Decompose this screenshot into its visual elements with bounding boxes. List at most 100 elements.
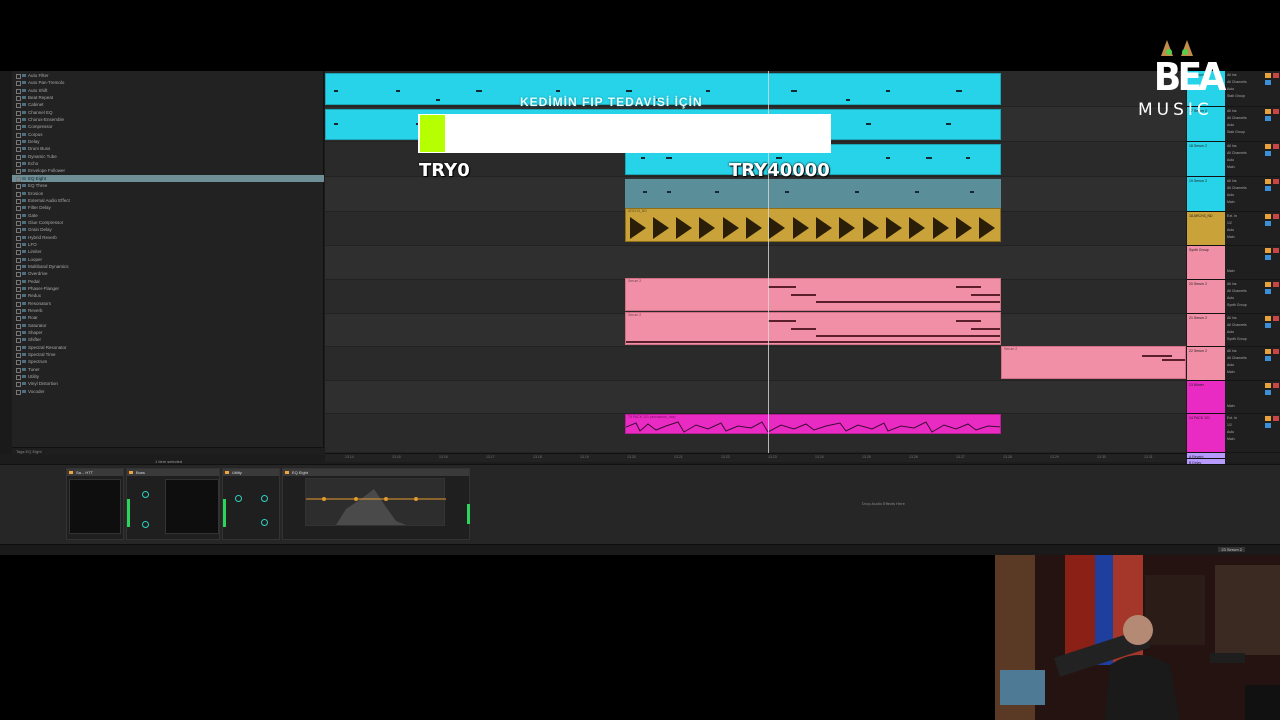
track-arm-button[interactable] xyxy=(1273,416,1279,421)
track-name[interactable]: 19 Serum 2 xyxy=(1187,177,1225,212)
track-mon[interactable]: Auto xyxy=(1227,123,1234,127)
browser-item[interactable]: Corpus xyxy=(12,131,324,139)
track-arm-button[interactable] xyxy=(1273,282,1279,287)
browser-item[interactable]: Pedal xyxy=(12,278,324,285)
track-ch[interactable]: All Channels xyxy=(1227,289,1247,293)
browser-item[interactable]: Glue Compressor xyxy=(12,219,324,227)
track-solo-button[interactable] xyxy=(1265,80,1271,85)
track-input[interactable]: Ext. In xyxy=(1227,416,1237,420)
browser-item[interactable]: Roar xyxy=(12,314,324,322)
browser-item[interactable]: Spectrum xyxy=(12,358,324,366)
track-solo-button[interactable] xyxy=(1265,116,1271,121)
track-solo-button[interactable] xyxy=(1265,423,1271,428)
track-name[interactable]: Synth Group xyxy=(1187,246,1225,280)
browser-item[interactable]: Resonators xyxy=(12,300,324,307)
browser-item[interactable]: EQ Three xyxy=(12,182,324,190)
track-out[interactable]: Main xyxy=(1227,437,1235,441)
track-activator-button[interactable] xyxy=(1265,144,1271,149)
track-name[interactable]: 21 Serum 2 xyxy=(1187,314,1225,347)
track-mon[interactable]: Auto xyxy=(1227,158,1234,162)
track-arm-button[interactable] xyxy=(1273,109,1279,114)
browser-categories[interactable] xyxy=(0,71,12,455)
track-arm-button[interactable] xyxy=(1273,316,1279,321)
track-name[interactable]: 18 ARCH3_ND xyxy=(1187,212,1225,246)
drive-knob[interactable] xyxy=(142,491,149,498)
browser-item[interactable]: Beat Repeat xyxy=(12,94,324,102)
audio-clip-arch[interactable]: ARCH3_ND xyxy=(625,208,1001,242)
browser-item[interactable]: Spectral Resonator xyxy=(12,344,324,352)
browser-item[interactable]: Tuner xyxy=(12,366,324,374)
browser-item[interactable]: Saturator xyxy=(12,322,324,330)
track-input[interactable]: All Ins xyxy=(1227,144,1237,148)
track-activator-button[interactable] xyxy=(1265,316,1271,321)
track-activator-button[interactable] xyxy=(1265,282,1271,287)
track-out[interactable]: Main xyxy=(1227,404,1235,408)
browser-item[interactable]: Shaper xyxy=(12,329,324,337)
eq-display[interactable] xyxy=(305,478,446,526)
track-arm-button[interactable] xyxy=(1273,214,1279,219)
track-ch[interactable]: All Channels xyxy=(1227,151,1247,155)
track-out[interactable]: Main xyxy=(1227,165,1235,169)
track-mon[interactable]: Auto xyxy=(1227,228,1234,232)
track-input[interactable]: Ext. In xyxy=(1227,214,1237,218)
browser-item[interactable]: EQ Eight xyxy=(12,174,324,183)
browser-item[interactable]: Phaser-Flanger xyxy=(12,285,324,293)
track-arm-button[interactable] xyxy=(1273,248,1279,253)
track-solo-button[interactable] xyxy=(1265,151,1271,156)
browser-item[interactable]: Compressor xyxy=(12,123,324,131)
timeline-ruler[interactable]: 13.14 13.15 13.16 13.17 13.18 13.19 13.20 13.21… xyxy=(325,453,1186,462)
track-mon[interactable]: Auto xyxy=(1227,193,1234,197)
track-input[interactable]: All Ins xyxy=(1227,282,1237,286)
browser-item[interactable]: Auto Shift xyxy=(12,87,324,95)
midi-clip[interactable] xyxy=(625,179,1001,210)
browser-item[interactable]: Echo xyxy=(12,160,324,168)
track-solo-button[interactable] xyxy=(1265,255,1271,260)
track-name[interactable]: 24 PACK 121 xyxy=(1187,414,1225,453)
track-solo-button[interactable] xyxy=(1265,390,1271,395)
midi-clip-serum[interactable]: Serum 2 xyxy=(1001,346,1186,379)
track-out[interactable]: Main xyxy=(1227,235,1235,239)
midi-clip-serum[interactable]: Serum 2 xyxy=(625,312,1001,345)
track-ch[interactable]: 1/2 xyxy=(1227,221,1232,225)
midi-clip-serum[interactable]: Serum 2 xyxy=(625,278,1001,311)
track-activator-button[interactable] xyxy=(1265,179,1271,184)
arrangement-view[interactable]: ARCH3_ND Serum 2 Serum 2 Serum 2 75 PACK… xyxy=(325,71,1186,462)
track-name[interactable]: 23 Winter xyxy=(1187,381,1225,414)
track-mon[interactable]: Auto xyxy=(1227,330,1234,334)
track-input[interactable]: All Ins xyxy=(1227,179,1237,183)
track-arm-button[interactable] xyxy=(1273,144,1279,149)
track-out[interactable]: Main xyxy=(1227,269,1235,273)
device-eq-eight[interactable]: EQ Eight xyxy=(282,468,470,540)
browser-item[interactable]: Channel EQ xyxy=(12,109,324,117)
browser-item[interactable]: Vinyl Distortion xyxy=(12,380,324,388)
browser-item[interactable]: Envelope Follower xyxy=(12,167,324,175)
status-track[interactable]: 23 Serum 2 xyxy=(1218,547,1245,552)
dry-wet-knob[interactable] xyxy=(142,521,149,528)
browser-item[interactable]: Limiter xyxy=(12,248,324,256)
track-solo-button[interactable] xyxy=(1265,289,1271,294)
device-sampler[interactable]: Sa... HTT xyxy=(66,468,124,540)
browser-item[interactable]: Erosion xyxy=(12,190,324,197)
track-out[interactable]: Main xyxy=(1227,370,1235,374)
browser-item[interactable]: Cabinet xyxy=(12,101,324,109)
gain-knob[interactable] xyxy=(261,495,268,502)
browser-item[interactable]: Reverb xyxy=(12,307,324,315)
track-arm-button[interactable] xyxy=(1273,73,1279,78)
browser-item[interactable]: Looper xyxy=(12,256,324,263)
track-arm-button[interactable] xyxy=(1273,383,1279,388)
browser-item[interactable]: Redux xyxy=(12,292,324,300)
track-ch[interactable]: All Channels xyxy=(1227,356,1247,360)
track-activator-button[interactable] xyxy=(1265,73,1271,78)
track-input[interactable]: All Ins xyxy=(1227,349,1237,353)
device-buss[interactable]: Buss xyxy=(126,468,220,540)
lane-winter[interactable] xyxy=(325,381,1186,414)
browser-item[interactable]: LFO xyxy=(12,241,324,249)
device-utility[interactable]: Utility xyxy=(222,468,280,540)
track-solo-button[interactable] xyxy=(1265,356,1271,361)
browser-item[interactable]: Auto Pan-Tremolo xyxy=(12,79,324,87)
track-activator-button[interactable] xyxy=(1265,416,1271,421)
track-out[interactable]: Stab Group xyxy=(1227,130,1245,134)
browser-item[interactable]: Grain Delay xyxy=(12,226,324,234)
browser-item[interactable]: Utility xyxy=(12,373,324,381)
track-name[interactable]: 18 Serum 2 xyxy=(1187,142,1225,177)
